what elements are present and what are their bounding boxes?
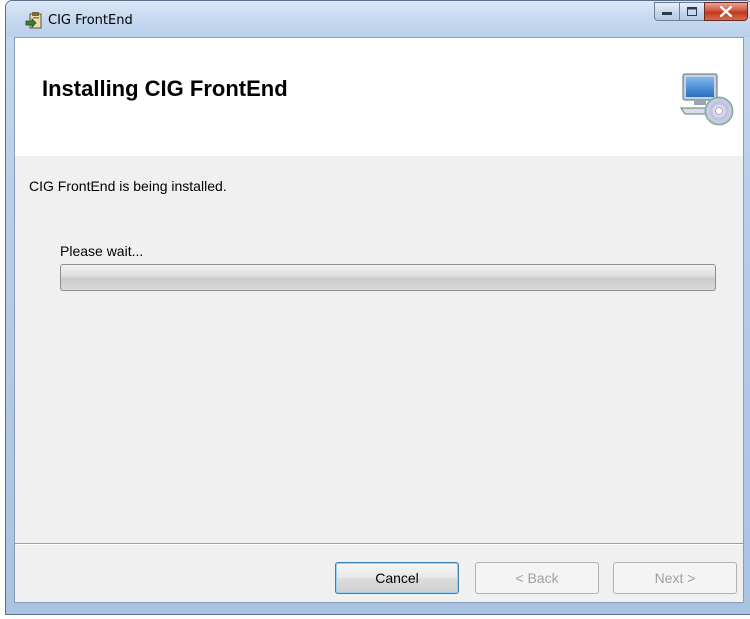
install-progress-bar (60, 264, 716, 291)
minimize-icon (662, 11, 672, 15)
installer-window: CIG FrontEnd Installing CIG FrontEnd CIG… (5, 0, 750, 615)
install-description: CIG FrontEnd is being installed. (29, 178, 227, 194)
banner-divider (15, 155, 743, 156)
window-title: CIG FrontEnd (48, 13, 133, 28)
status-text: Please wait... (60, 243, 144, 259)
cancel-button[interactable]: Cancel (335, 562, 459, 594)
footer-divider-highlight (15, 544, 743, 545)
title-bar[interactable]: CIG FrontEnd (6, 1, 750, 37)
installer-icon (25, 12, 42, 29)
next-button[interactable]: Next > (613, 562, 737, 594)
computer-cd-icon (680, 73, 734, 126)
minimize-button[interactable] (654, 2, 680, 21)
header-banner: Installing CIG FrontEnd (15, 38, 743, 156)
caption-buttons (654, 2, 748, 22)
page-title: Installing CIG FrontEnd (42, 76, 288, 101)
close-button[interactable] (704, 2, 748, 21)
maximize-button[interactable] (679, 2, 705, 21)
installer-client-area: Installing CIG FrontEnd CIG FrontEnd is … (14, 37, 744, 603)
back-button[interactable]: < Back (475, 562, 599, 594)
close-icon (720, 6, 732, 17)
maximize-icon (687, 7, 697, 16)
